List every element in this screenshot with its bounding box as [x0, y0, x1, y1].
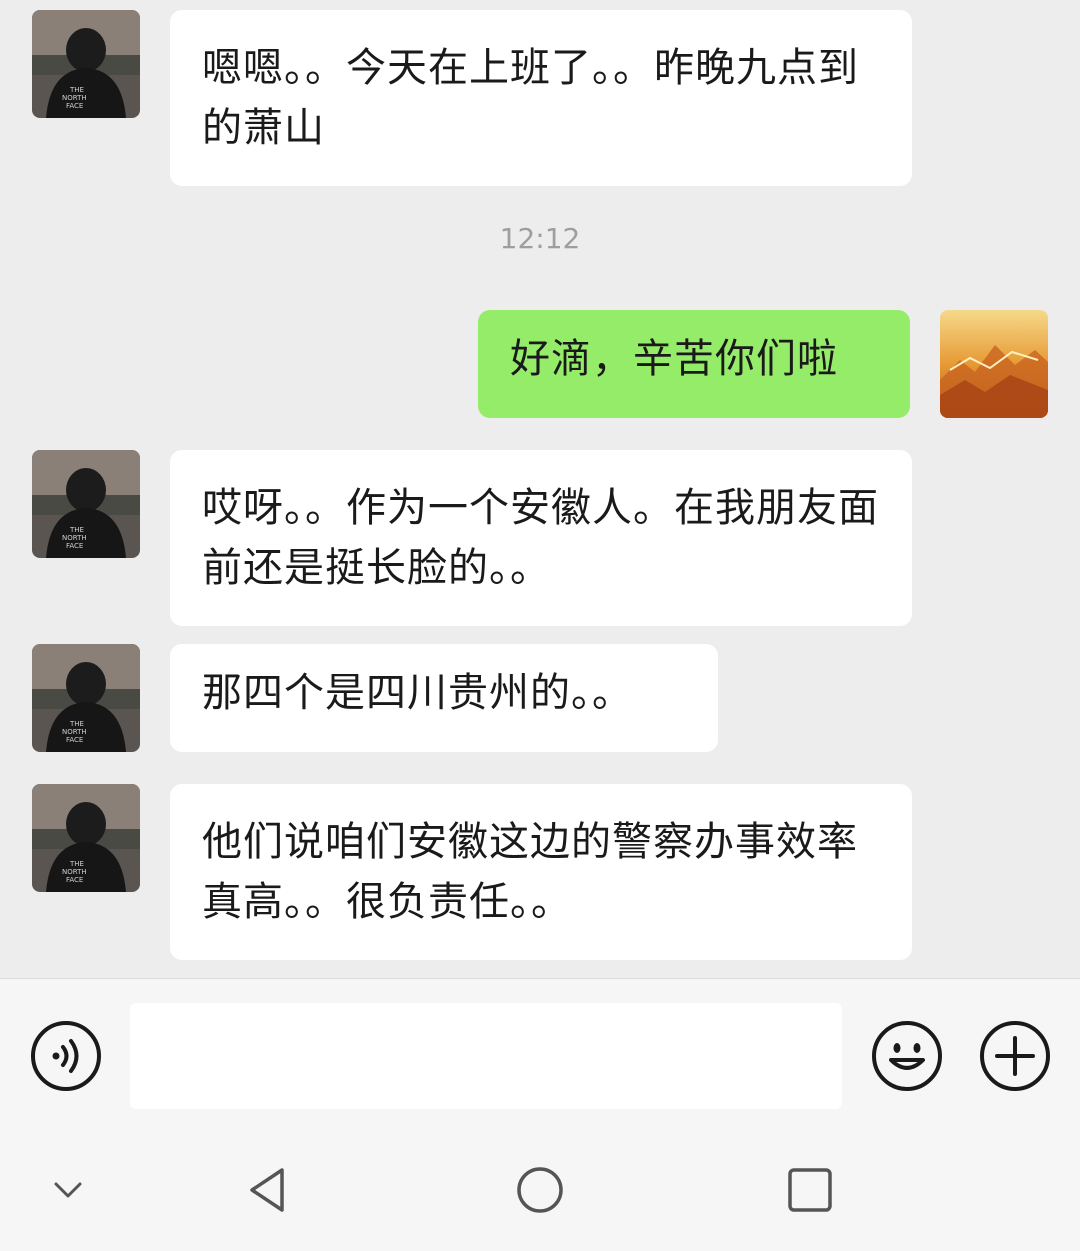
- svg-text:FACE: FACE: [66, 542, 83, 550]
- svg-text:NORTH: NORTH: [62, 868, 87, 876]
- svg-text:FACE: FACE: [66, 102, 83, 110]
- svg-text:THE: THE: [69, 86, 84, 94]
- plus-icon[interactable]: [979, 1020, 1051, 1092]
- svg-text:NORTH: NORTH: [62, 94, 87, 102]
- contact-avatar[interactable]: THE NORTH FACE: [32, 10, 140, 118]
- recents-square-icon[interactable]: [784, 1164, 836, 1216]
- incoming-message-bubble[interactable]: 他们说咱们安徽这边的警察办事效率真高。。很负责任。。: [170, 784, 912, 960]
- svg-text:FACE: FACE: [66, 736, 83, 744]
- svg-text:FACE: FACE: [66, 876, 83, 884]
- incoming-message-bubble[interactable]: 哎呀。。作为一个安徽人。在我朋友面前还是挺长脸的。。: [170, 450, 912, 626]
- input-bar: [0, 978, 1080, 1129]
- incoming-message-bubble[interactable]: 嗯嗯。。今天在上班了。。昨晚九点到的萧山: [170, 10, 912, 186]
- svg-text:THE: THE: [69, 526, 84, 534]
- message-input[interactable]: [130, 1003, 842, 1109]
- home-circle-icon[interactable]: [514, 1164, 566, 1216]
- my-avatar[interactable]: [940, 310, 1048, 418]
- emoji-icon[interactable]: [871, 1020, 943, 1092]
- contact-avatar[interactable]: THE NORTH FACE: [32, 450, 140, 558]
- message-timestamp: 12:12: [499, 222, 581, 255]
- system-nav-bar: [0, 1128, 1080, 1251]
- svg-text:THE: THE: [69, 720, 84, 728]
- back-triangle-icon[interactable]: [242, 1164, 294, 1216]
- chat-area[interactable]: THE NORTH FACE 嗯嗯。。今天在上班了。。昨晚九点到的萧山 12:1…: [0, 0, 1080, 978]
- incoming-message-bubble[interactable]: 那四个是四川贵州的。。: [170, 644, 718, 752]
- svg-text:NORTH: NORTH: [62, 534, 87, 542]
- voice-icon[interactable]: [30, 1020, 102, 1092]
- svg-text:THE: THE: [69, 860, 84, 868]
- chevron-down-icon[interactable]: [42, 1164, 94, 1216]
- contact-avatar[interactable]: THE NORTH FACE: [32, 644, 140, 752]
- svg-text:NORTH: NORTH: [62, 728, 87, 736]
- outgoing-message-bubble[interactable]: 好滴，辛苦你们啦: [478, 310, 910, 418]
- contact-avatar[interactable]: THE NORTH FACE: [32, 784, 140, 892]
